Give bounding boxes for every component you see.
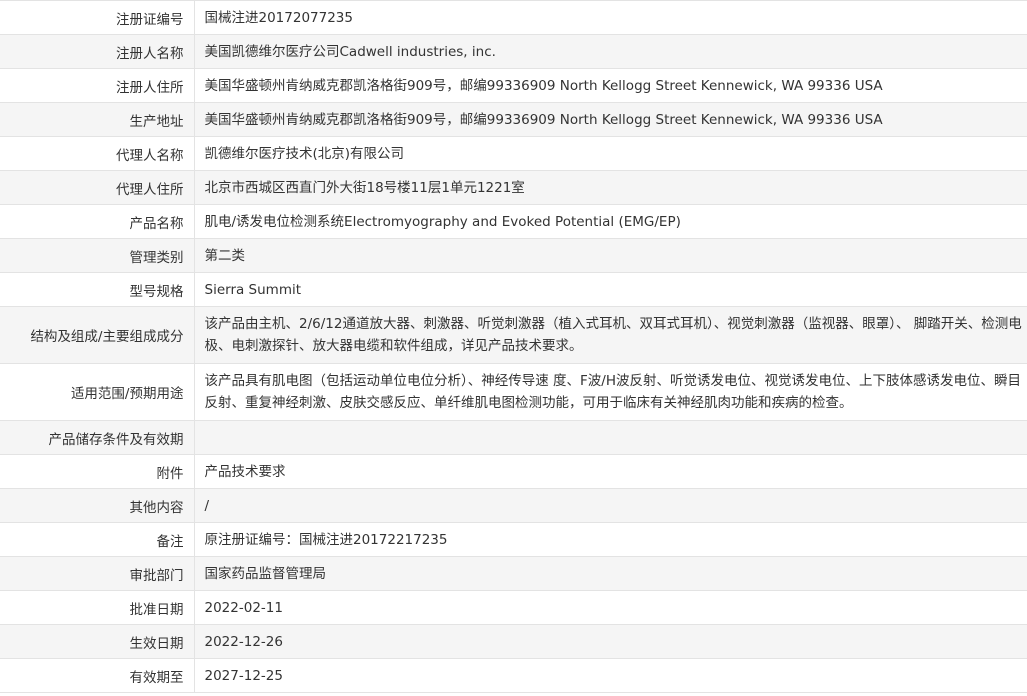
- row-label: 注册人住所: [0, 68, 195, 103]
- table-row-registration-number: 注册证编号 国械注进20172077235: [0, 0, 1027, 35]
- row-label: 结构及组成/主要组成成分: [0, 306, 195, 364]
- table-row-agent-name: 代理人名称 凯德维尔医疗技术(北京)有限公司: [0, 136, 1027, 171]
- row-value: 北京市西城区西直门外大街18号楼11层1单元1221室: [194, 170, 1027, 205]
- row-value: 凯德维尔医疗技术(北京)有限公司: [194, 136, 1027, 171]
- row-value: 第二类: [194, 238, 1027, 273]
- table-row-approval-date: 批准日期 2022-02-11: [0, 590, 1027, 625]
- row-label: 产品名称: [0, 204, 195, 239]
- row-label: 附件: [0, 454, 195, 489]
- row-value: 2027-12-25: [194, 658, 1027, 693]
- table-row-remarks: 备注 原注册证编号：国械注进20172217235: [0, 522, 1027, 557]
- table-row-structure-composition: 结构及组成/主要组成成分 该产品由主机、2/6/12通道放大器、刺激器、听觉刺激…: [0, 306, 1027, 364]
- row-label: 适用范围/预期用途: [0, 363, 195, 421]
- row-label: 管理类别: [0, 238, 195, 273]
- row-value: 美国华盛顿州肯纳威克郡凯洛格街909号，邮编99336909 North Kel…: [194, 102, 1027, 137]
- row-label: 型号规格: [0, 272, 195, 307]
- row-value: 国家药品监督管理局: [194, 556, 1027, 591]
- row-value: [194, 420, 1027, 455]
- table-row-approval-department: 审批部门 国家药品监督管理局: [0, 556, 1027, 591]
- table-row-registrant-name: 注册人名称 美国凯德维尔医疗公司Cadwell industries, inc.: [0, 34, 1027, 69]
- table-row-model-spec: 型号规格 Sierra Summit: [0, 272, 1027, 307]
- row-value: Sierra Summit: [194, 272, 1027, 307]
- row-value: 该产品由主机、2/6/12通道放大器、刺激器、听觉刺激器（植入式耳机、双耳式耳机…: [194, 306, 1027, 364]
- row-label: 注册人名称: [0, 34, 195, 69]
- row-value: 国械注进20172077235: [194, 0, 1027, 35]
- table-row-effective-date: 生效日期 2022-12-26: [0, 624, 1027, 659]
- row-value: 肌电/诱发电位检测系统Electromyography and Evoked P…: [194, 204, 1027, 239]
- table-row-management-class: 管理类别 第二类: [0, 238, 1027, 273]
- table-row-other-content: 其他内容 /: [0, 488, 1027, 523]
- table-row-storage-validity: 产品储存条件及有效期: [0, 420, 1027, 455]
- row-value: 美国凯德维尔医疗公司Cadwell industries, inc.: [194, 34, 1027, 69]
- row-value: 该产品具有肌电图（包括运动单位电位分析）、神经传导速 度、F波/H波反射、听觉诱…: [194, 363, 1027, 421]
- table-row-product-name: 产品名称 肌电/诱发电位检测系统Electromyography and Evo…: [0, 204, 1027, 239]
- table-row-valid-until: 有效期至 2027-12-25: [0, 658, 1027, 693]
- row-value: /: [194, 488, 1027, 523]
- row-value: 2022-12-26: [194, 624, 1027, 659]
- row-label: 生效日期: [0, 624, 195, 659]
- row-value: 2022-02-11: [194, 590, 1027, 625]
- row-value: 产品技术要求: [194, 454, 1027, 489]
- table-row-production-address: 生产地址 美国华盛顿州肯纳威克郡凯洛格街909号，邮编99336909 Nort…: [0, 102, 1027, 137]
- row-label: 备注: [0, 522, 195, 557]
- registration-detail-table: 注册证编号 国械注进20172077235 注册人名称 美国凯德维尔医疗公司Ca…: [0, 0, 1027, 693]
- row-value: 原注册证编号：国械注进20172217235: [194, 522, 1027, 557]
- row-label: 注册证编号: [0, 0, 195, 35]
- row-label: 批准日期: [0, 590, 195, 625]
- row-label: 有效期至: [0, 658, 195, 693]
- row-label: 产品储存条件及有效期: [0, 420, 195, 455]
- row-value: 美国华盛顿州肯纳威克郡凯洛格街909号，邮编99336909 North Kel…: [194, 68, 1027, 103]
- row-label: 代理人住所: [0, 170, 195, 205]
- table-row-intended-use: 适用范围/预期用途 该产品具有肌电图（包括运动单位电位分析）、神经传导速 度、F…: [0, 363, 1027, 421]
- row-label: 审批部门: [0, 556, 195, 591]
- row-label: 代理人名称: [0, 136, 195, 171]
- table-row-agent-address: 代理人住所 北京市西城区西直门外大街18号楼11层1单元1221室: [0, 170, 1027, 205]
- table-row-attachment: 附件 产品技术要求: [0, 454, 1027, 489]
- table-row-registrant-address: 注册人住所 美国华盛顿州肯纳威克郡凯洛格街909号，邮编99336909 Nor…: [0, 68, 1027, 103]
- row-label: 生产地址: [0, 102, 195, 137]
- row-label: 其他内容: [0, 488, 195, 523]
